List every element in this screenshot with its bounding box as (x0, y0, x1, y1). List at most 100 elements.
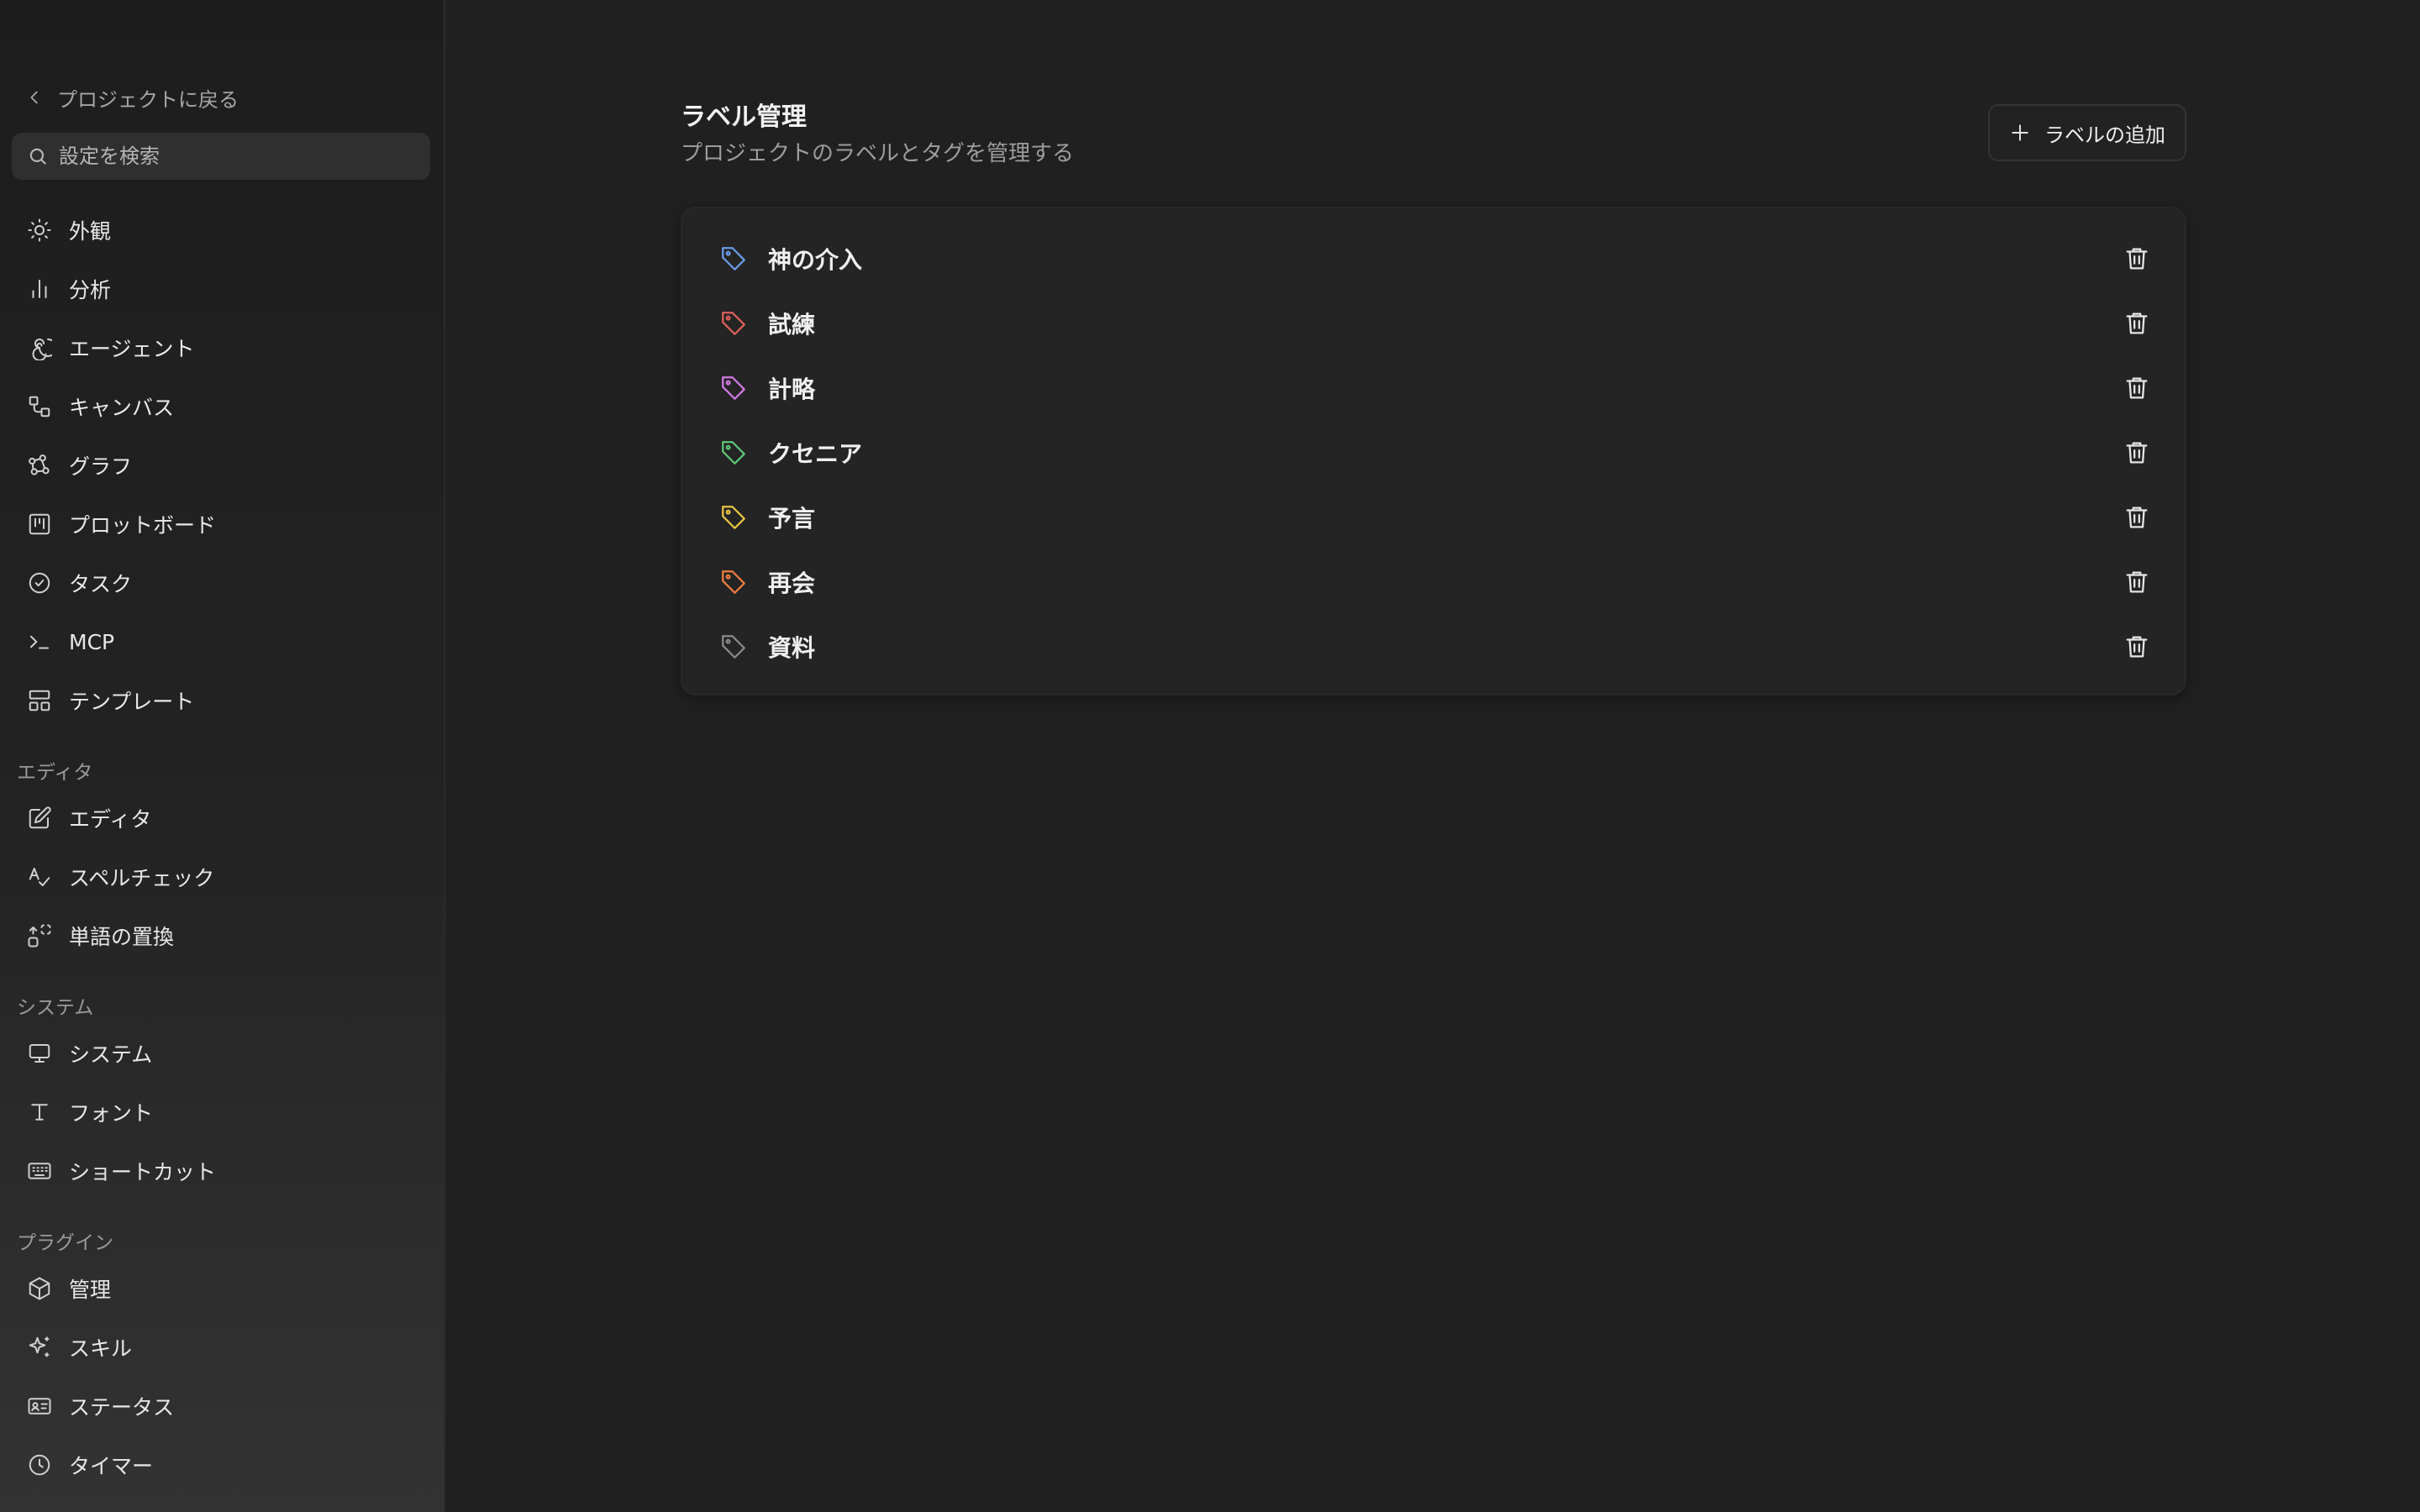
tag-icon (722, 247, 745, 270)
sidebar-item-canvas[interactable]: キャンバス (12, 383, 430, 430)
sidebar-item-spellcheck[interactable]: スペルチェック (12, 853, 430, 900)
sidebar-item-label: システム (69, 1042, 153, 1067)
sparkle-icon (29, 1336, 50, 1357)
label-name: 資料 (768, 634, 816, 662)
sun-icon (28, 218, 51, 242)
sidebar-item-plotboard[interactable]: プロットボード (12, 501, 430, 548)
type-icon (31, 1104, 48, 1121)
trash-icon[interactable] (2123, 244, 2151, 273)
check-circle-icon (29, 572, 50, 594)
package-icon (29, 1277, 50, 1300)
sidebar-item-system[interactable]: システム (12, 1030, 430, 1077)
sidebar-item-label: スキル (69, 1336, 133, 1361)
sidebar-item-mcp[interactable]: MCP (12, 618, 430, 665)
section-title-system: システム (17, 997, 94, 1019)
id-card-icon (28, 1398, 51, 1415)
sidebar-item-font[interactable]: フォント (12, 1089, 430, 1136)
settings-search[interactable] (12, 133, 430, 180)
sidebar-item-label: テンプレート (69, 690, 195, 714)
page-subtitle: プロジェクトのラベルとタグを管理する (681, 141, 1075, 166)
tag-icon (722, 506, 745, 529)
tag-icon (722, 312, 745, 335)
canvas-icon (29, 396, 50, 417)
trash-icon[interactable] (2123, 309, 2151, 338)
spiral-icon (32, 339, 52, 360)
sidebar-item-label: キャンバス (69, 396, 175, 420)
bar-chart-icon (32, 280, 47, 298)
label-name: 予言 (768, 505, 816, 533)
tag-icon (722, 570, 745, 594)
sidebar-item-label: フォント (69, 1101, 154, 1126)
tag-icon (722, 635, 745, 659)
sidebar-item-graph[interactable]: グラフ (12, 442, 430, 489)
search-input[interactable] (57, 144, 413, 169)
sidebar-item-skills[interactable]: スキル (12, 1324, 430, 1371)
label-row: 資料 (682, 620, 2185, 674)
trash-icon[interactable] (2123, 438, 2151, 467)
tag-icon (722, 376, 745, 400)
tag-icon (722, 441, 745, 465)
spellcheck-icon (29, 868, 50, 886)
sidebar-item-agent[interactable]: エージェント (12, 324, 430, 371)
sidebar-item-label: ステータス (69, 1395, 175, 1420)
section-title-plugins: プラグイン (17, 1232, 113, 1254)
keyboard-icon (28, 1163, 51, 1179)
edit-icon (29, 806, 51, 829)
page-title: ラベル管理 (681, 102, 807, 132)
monitor-icon (29, 1044, 50, 1063)
sidebar-item-label: 分析 (69, 278, 112, 302)
label-row: 予言 (682, 491, 2185, 544)
label-row: 計略 (682, 361, 2185, 415)
sidebar-item-label: エージェント (69, 337, 195, 361)
trash-icon[interactable] (2123, 568, 2151, 596)
sidebar-item-tasks[interactable]: タスク (12, 559, 430, 606)
sidebar-item-label: エディタ (69, 807, 152, 832)
terminal-icon (30, 635, 49, 649)
label-name: 再会 (768, 570, 816, 597)
plus-icon (2012, 124, 2028, 141)
add-label-button-text: ラベルの追加 (2044, 123, 2165, 147)
sidebar-item-label: タスク (69, 572, 133, 596)
sidebar-item-label: MCP (69, 629, 115, 654)
sidebar-item-timer[interactable]: タイマー (12, 1441, 430, 1488)
kanban-icon (29, 513, 50, 535)
label-row: 再会 (682, 555, 2185, 609)
label-name: 試練 (768, 311, 816, 339)
sidebar-item-label: タイマー (69, 1454, 154, 1478)
sidebar-item-manage[interactable]: 管理 (12, 1265, 430, 1312)
trash-icon[interactable] (2123, 633, 2151, 661)
label-list: 神の介入 試練 計略 クセニア 予言 再会 資料 (681, 207, 2186, 696)
sidebar-item-label: プロットボード (69, 513, 217, 538)
back-label: プロジェクトに戻る (57, 87, 239, 112)
label-name: クセニア (768, 440, 863, 468)
sidebar-item-label: ショートカット (69, 1160, 217, 1184)
sidebar-item-label: スペルチェック (69, 866, 215, 890)
sidebar-item-label: 外観 (69, 219, 112, 244)
sidebar-item-editor[interactable]: エディタ (12, 795, 430, 842)
sidebar-item-analytics[interactable]: 分析 (12, 265, 430, 312)
sidebar-item-templates[interactable]: テンプレート (12, 677, 430, 724)
clock-icon (29, 1454, 50, 1476)
replace-icon (28, 924, 51, 948)
sidebar-item-label: 単語の置換 (69, 925, 175, 949)
search-icon (29, 148, 46, 165)
sidebar-item-shortcuts[interactable]: ショートカット (12, 1147, 430, 1194)
label-name: 計略 (768, 375, 816, 403)
trash-icon[interactable] (2123, 374, 2151, 402)
sidebar-item-appearance[interactable]: 外観 (12, 207, 430, 254)
sidebar-item-label: 管理 (69, 1278, 112, 1302)
section-title-editor: エディタ (17, 762, 93, 784)
settings-sidebar: プロジェクトに戻る 外観 分析 エージェント キャンバス グラフ プロットボード… (0, 0, 445, 1512)
add-label-button[interactable]: ラベルの追加 (1988, 104, 2186, 161)
graph-icon (29, 454, 50, 475)
back-to-project-link[interactable]: プロジェクトに戻る (25, 81, 239, 114)
trash-icon[interactable] (2123, 503, 2151, 532)
chevron-left-icon (30, 91, 38, 104)
sidebar-item-status[interactable]: ステータス (12, 1383, 430, 1430)
layout-icon (29, 690, 50, 711)
label-row: クセニア (682, 426, 2185, 480)
sidebar-item-label: グラフ (69, 454, 133, 479)
label-name: 神の介入 (768, 246, 863, 274)
label-row: 神の介入 (682, 232, 2185, 286)
sidebar-item-word-replace[interactable]: 単語の置換 (12, 912, 430, 959)
